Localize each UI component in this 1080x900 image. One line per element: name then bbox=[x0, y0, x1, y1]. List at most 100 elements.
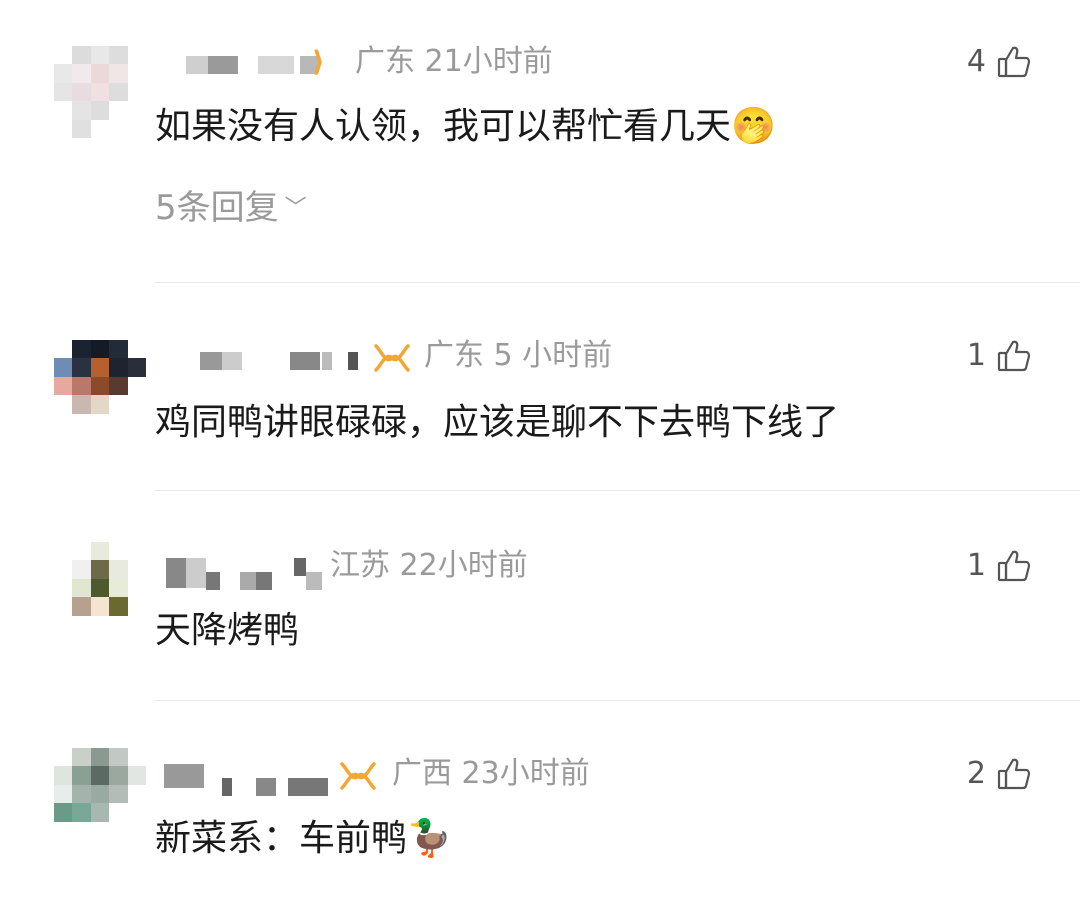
divider bbox=[155, 282, 1080, 283]
thumbs-up-icon bbox=[997, 758, 1031, 790]
avatar-pixel bbox=[72, 615, 91, 634]
avatar-pixel bbox=[90, 395, 110, 414]
avatar-pixel bbox=[127, 597, 146, 616]
comment-text: 新菜系：车前鸭🦆 bbox=[155, 818, 452, 859]
avatar-pixel bbox=[72, 803, 91, 822]
like-button[interactable]: 1 bbox=[967, 336, 1032, 376]
thumbs-up-icon bbox=[997, 340, 1031, 372]
view-replies-button[interactable]: 5条回复 ﹀ bbox=[155, 186, 307, 235]
avatar-pixel bbox=[72, 821, 91, 840]
avatar-pixel bbox=[72, 578, 91, 598]
avatar-pixel bbox=[127, 821, 146, 840]
username-blurred[interactable] bbox=[160, 756, 340, 796]
avatar-pixel bbox=[54, 784, 73, 804]
username-blurred[interactable] bbox=[160, 552, 330, 592]
avatar-pixel bbox=[109, 766, 128, 785]
avatar-pixel bbox=[90, 821, 110, 840]
avatar-pixel bbox=[109, 784, 128, 804]
avatar-pixel bbox=[109, 358, 128, 377]
avatar-pixel bbox=[54, 358, 73, 377]
avatar-pixel bbox=[127, 748, 146, 767]
avatar-pixel bbox=[54, 64, 73, 83]
vip-badge-icon bbox=[374, 344, 410, 372]
like-count: 1 bbox=[966, 338, 986, 373]
avatar-pixel bbox=[127, 542, 146, 561]
avatar-pixel bbox=[90, 119, 110, 138]
avatar-pixel bbox=[54, 597, 73, 616]
avatar-pixel bbox=[54, 340, 73, 359]
vip-badge-icon: ⟩ bbox=[312, 45, 325, 78]
avatar-pixel bbox=[90, 82, 110, 102]
avatar-pixel bbox=[72, 46, 91, 65]
avatar-pixel bbox=[127, 803, 146, 822]
avatar-pixel bbox=[109, 821, 128, 840]
avatar-pixel bbox=[90, 46, 110, 65]
avatar-pixel bbox=[72, 376, 91, 396]
avatar-pixel bbox=[90, 560, 110, 579]
avatar-pixel bbox=[127, 395, 146, 414]
avatar-pixel bbox=[127, 560, 146, 579]
avatar-pixel bbox=[72, 358, 91, 377]
avatar-pixel bbox=[90, 358, 110, 377]
avatar-pixel bbox=[127, 358, 146, 377]
avatar-pixel bbox=[109, 615, 128, 634]
avatar-pixel bbox=[109, 376, 128, 396]
avatar-pixel bbox=[127, 376, 146, 396]
avatar-pixel bbox=[72, 395, 91, 414]
avatar-pixel bbox=[72, 413, 91, 432]
avatar-pixel bbox=[90, 64, 110, 83]
avatar-pixel bbox=[90, 376, 110, 396]
comment-meta: 广东 5 小时前 bbox=[424, 338, 613, 373]
avatar-pixel bbox=[127, 64, 146, 83]
avatar[interactable] bbox=[54, 542, 146, 634]
avatar-pixel bbox=[72, 82, 91, 102]
avatar-pixel bbox=[54, 376, 73, 396]
like-count: 4 bbox=[966, 44, 986, 79]
avatar-pixel bbox=[109, 64, 128, 83]
avatar-pixel bbox=[127, 340, 146, 359]
like-button[interactable]: 2 bbox=[967, 754, 1032, 794]
avatar-pixel bbox=[54, 803, 73, 822]
avatar-pixel bbox=[54, 395, 73, 414]
comment-meta: 广西 23小时前 bbox=[392, 756, 590, 791]
avatar-pixel bbox=[72, 766, 91, 785]
avatar-pixel bbox=[127, 784, 146, 804]
avatar-pixel bbox=[109, 748, 128, 767]
avatar-pixel bbox=[72, 748, 91, 767]
avatar-pixel bbox=[90, 784, 110, 804]
avatar[interactable] bbox=[54, 748, 146, 840]
avatar-pixel bbox=[109, 542, 128, 561]
avatar[interactable] bbox=[54, 46, 146, 138]
avatar[interactable] bbox=[54, 340, 146, 432]
comment-text: 鸡同鸭讲眼碌碌，应该是聊不下去鸭下线了 bbox=[155, 402, 840, 443]
username-blurred[interactable] bbox=[160, 42, 350, 82]
avatar-pixel bbox=[72, 542, 91, 561]
avatar-pixel bbox=[109, 340, 128, 359]
like-count: 1 bbox=[966, 548, 986, 583]
comment-text: 天降烤鸭 bbox=[155, 610, 300, 651]
avatar-pixel bbox=[54, 82, 73, 102]
avatar-pixel bbox=[127, 578, 146, 598]
avatar-pixel bbox=[72, 119, 91, 138]
like-count: 2 bbox=[966, 756, 986, 791]
username-blurred[interactable] bbox=[160, 338, 360, 378]
like-button[interactable]: 1 bbox=[967, 546, 1032, 586]
avatar-pixel bbox=[72, 560, 91, 579]
avatar-pixel bbox=[109, 803, 128, 822]
avatar-pixel bbox=[109, 578, 128, 598]
avatar-pixel bbox=[127, 101, 146, 120]
avatar-pixel bbox=[72, 597, 91, 616]
comment-meta: 江苏 22小时前 bbox=[330, 548, 528, 583]
thumbs-up-icon bbox=[997, 550, 1031, 582]
avatar-pixel bbox=[127, 46, 146, 65]
avatar-pixel bbox=[109, 82, 128, 102]
avatar-pixel bbox=[54, 119, 73, 138]
avatar-pixel bbox=[54, 748, 73, 767]
avatar-pixel bbox=[109, 101, 128, 120]
avatar-pixel bbox=[90, 766, 110, 785]
like-button[interactable]: 4 bbox=[967, 42, 1032, 82]
avatar-pixel bbox=[90, 578, 110, 598]
avatar-pixel bbox=[127, 119, 146, 138]
avatar-pixel bbox=[54, 542, 73, 561]
avatar-pixel bbox=[90, 542, 110, 561]
